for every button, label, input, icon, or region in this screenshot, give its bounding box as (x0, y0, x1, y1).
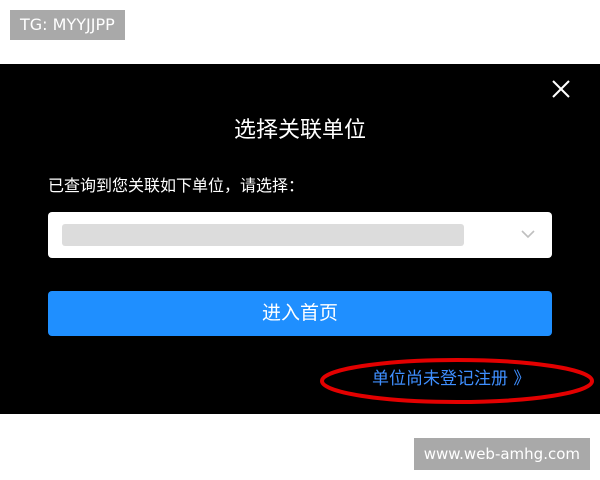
register-unit-link[interactable]: 单位尚未登记注册 》 (318, 356, 596, 406)
close-button[interactable] (550, 78, 572, 100)
register-link-text: 单位尚未登记注册 》 (372, 369, 531, 389)
select-unit-modal: 选择关联单位 已查询到您关联如下单位，请选择： 进入首页 单位尚未登记注册 》 (0, 64, 600, 414)
site-watermark: www.web-amhg.com (413, 438, 590, 470)
modal-title: 选择关联单位 (233, 118, 366, 143)
close-icon (552, 80, 570, 98)
tg-watermark: TG: MYYJJPP (10, 10, 125, 40)
unit-select-value (62, 224, 464, 246)
unit-select[interactable] (48, 212, 552, 258)
chevron-down-icon (521, 230, 535, 239)
prompt-text: 已查询到您关联如下单位，请选择： (48, 176, 305, 195)
enter-home-button[interactable]: 进入首页 (48, 291, 552, 336)
